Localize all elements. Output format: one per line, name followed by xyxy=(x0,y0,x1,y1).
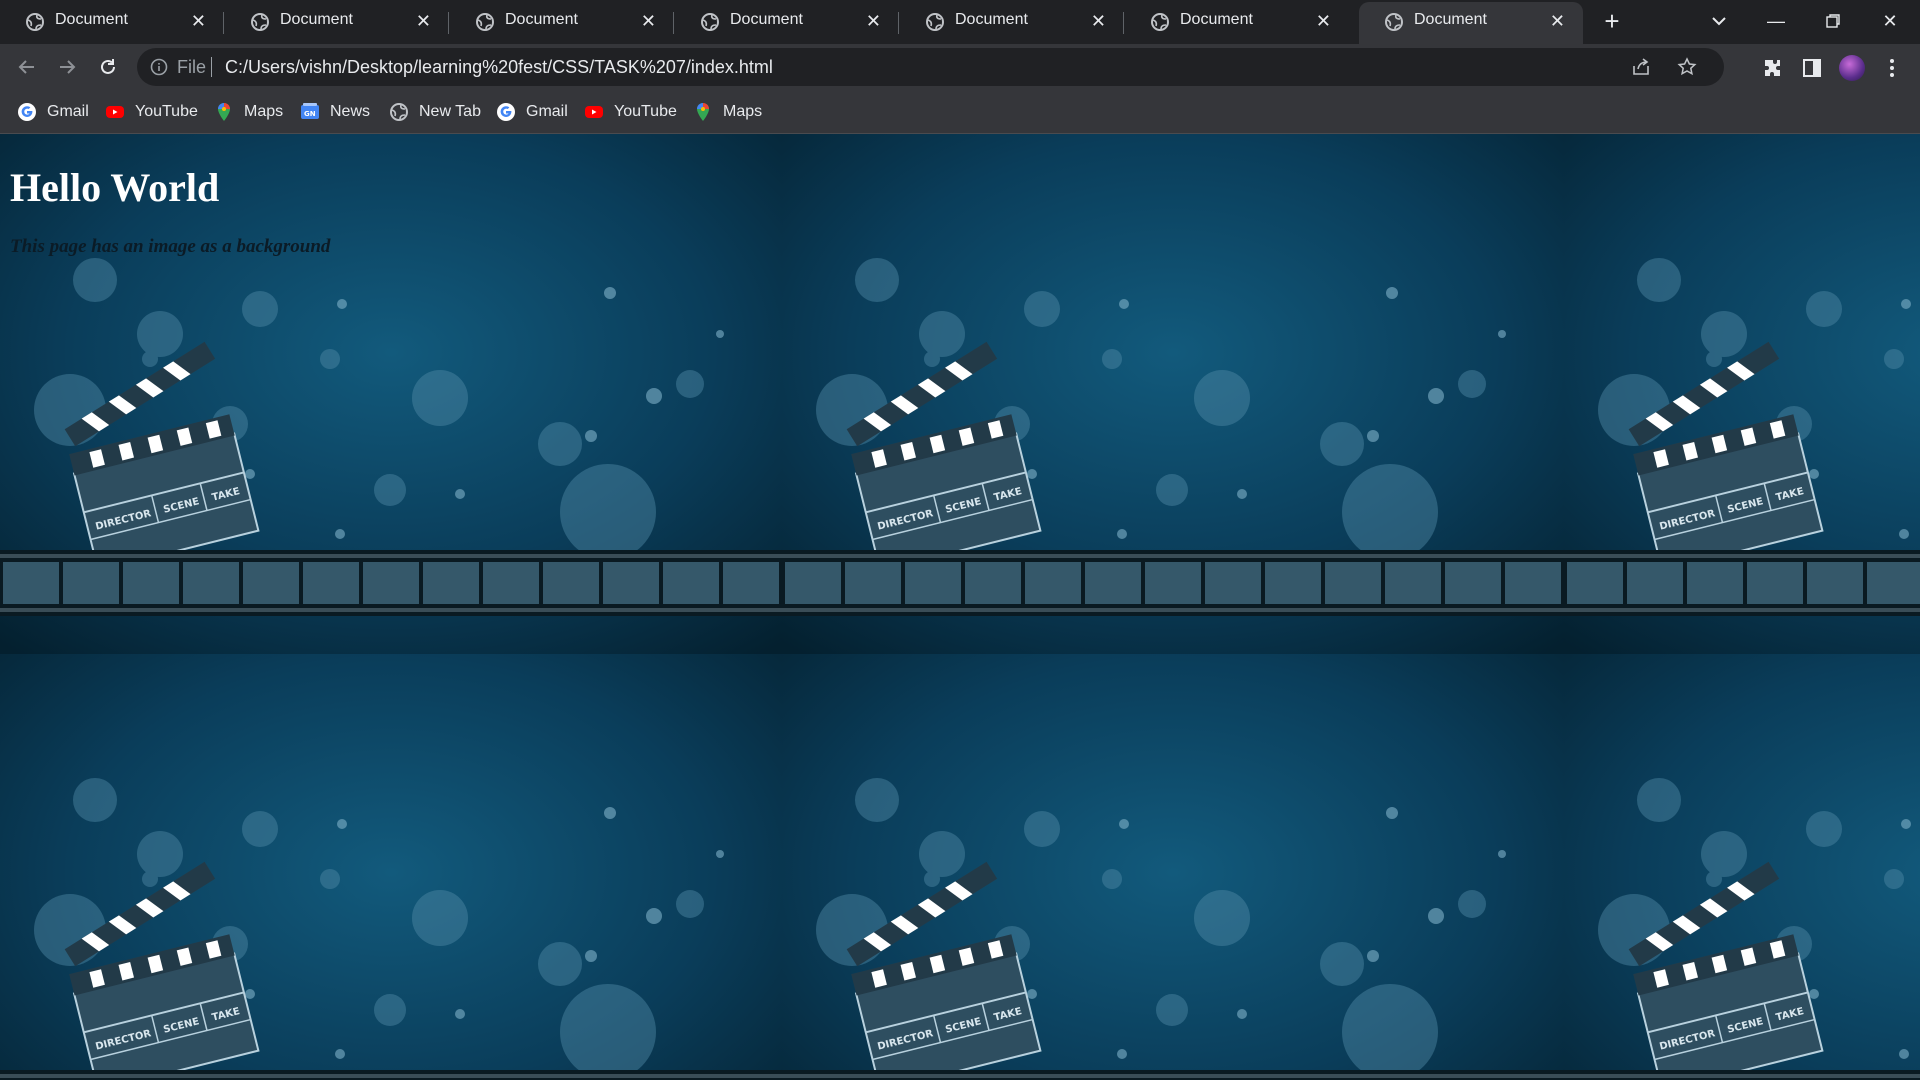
globe-icon xyxy=(1385,13,1403,31)
bookmark-label: Gmail xyxy=(526,103,568,120)
bookmark-label: Maps xyxy=(723,103,763,120)
restore-icon xyxy=(1826,14,1840,28)
back-button[interactable] xyxy=(12,52,42,82)
maps-icon xyxy=(697,103,709,121)
new-tab-button[interactable]: + xyxy=(1597,6,1627,36)
bookmark-youtube[interactable]: YouTube xyxy=(584,100,677,124)
bookmark-label: Maps xyxy=(244,103,284,120)
close-icon[interactable]: ✕ xyxy=(641,11,656,31)
close-icon[interactable]: ✕ xyxy=(416,11,431,31)
globe-icon xyxy=(926,13,944,31)
scheme-label: File xyxy=(177,57,207,77)
globe-icon xyxy=(26,13,44,31)
bookmark-maps[interactable]: Maps xyxy=(214,100,283,124)
globe-icon xyxy=(701,13,719,31)
minimize-button[interactable]: — xyxy=(1756,6,1796,36)
google-icon xyxy=(497,103,515,121)
chevron-down-icon[interactable] xyxy=(1706,8,1732,34)
page-heading: Hello World xyxy=(10,165,220,210)
tab-separator xyxy=(223,12,224,34)
star-icon[interactable] xyxy=(1676,56,1698,78)
tab-title: Document xyxy=(1180,11,1253,28)
background-image: DIRECTOR SCENE TAKE xyxy=(0,134,1920,1080)
close-icon[interactable]: ✕ xyxy=(1316,11,1331,31)
browser-tab[interactable]: Document ✕ xyxy=(675,0,899,44)
browser-tab[interactable]: Document ✕ xyxy=(450,0,674,44)
tab-title: Document xyxy=(280,11,353,28)
bookmark-label: Gmail xyxy=(47,103,89,120)
forward-button[interactable] xyxy=(52,52,82,82)
address-bar[interactable]: File C:/Users/vishn/Desktop/learning%20f… xyxy=(137,48,1724,86)
info-icon[interactable] xyxy=(149,57,169,77)
bookmark-label: News xyxy=(330,103,371,120)
maps-icon xyxy=(218,103,230,121)
tab-title: Document xyxy=(730,11,803,28)
page-viewport: DIRECTOR SCENE TAKE Hello World This xyxy=(0,134,1920,1080)
globe-icon xyxy=(1151,13,1169,31)
extensions-icon[interactable] xyxy=(1761,56,1785,80)
youtube-icon xyxy=(106,106,124,118)
close-icon[interactable]: ✕ xyxy=(1091,11,1106,31)
bookmark-new-tab[interactable]: New Tab xyxy=(389,100,481,124)
globe-icon xyxy=(251,13,269,31)
tab-separator xyxy=(1123,12,1124,34)
bookmark-news[interactable]: GN News xyxy=(300,100,370,124)
bookmark-gmail[interactable]: Gmail xyxy=(17,100,89,124)
tab-separator xyxy=(673,12,674,34)
browser-tab[interactable]: Document ✕ xyxy=(900,0,1124,44)
browser-tab[interactable]: Document ✕ xyxy=(1125,0,1349,44)
more-menu-icon[interactable] xyxy=(1880,56,1904,80)
browser-tab-active[interactable]: Document ✕ xyxy=(1359,2,1583,44)
tab-title: Document xyxy=(55,11,128,28)
close-icon[interactable]: ✕ xyxy=(191,11,206,31)
svg-text:GN: GN xyxy=(304,110,316,118)
close-icon[interactable]: ✕ xyxy=(1550,11,1565,31)
news-icon: GN xyxy=(301,103,319,119)
bookmark-maps[interactable]: Maps xyxy=(693,100,762,124)
arrow-left-icon xyxy=(18,60,34,74)
tab-separator xyxy=(448,12,449,34)
tab-strip: Document ✕ Document ✕ Document ✕ Documen… xyxy=(0,0,1920,44)
bookmark-label: YouTube xyxy=(135,103,198,120)
reload-button[interactable] xyxy=(93,52,123,82)
tab-separator xyxy=(898,12,899,34)
share-icon[interactable] xyxy=(1630,56,1652,78)
bookmark-youtube[interactable]: YouTube xyxy=(105,100,198,124)
toolbar: File C:/Users/vishn/Desktop/learning%20f… xyxy=(0,44,1920,90)
youtube-icon xyxy=(585,106,603,118)
tab-title: Document xyxy=(955,11,1028,28)
address-separator xyxy=(211,57,212,77)
url-text[interactable]: C:/Users/vishn/Desktop/learning%20fest/C… xyxy=(225,57,773,78)
browser-tab[interactable]: Document ✕ xyxy=(0,0,224,44)
page-paragraph: This page has an image as a background xyxy=(10,236,331,257)
tab-title: Document xyxy=(1414,11,1487,28)
browser-tab[interactable]: Document ✕ xyxy=(225,0,449,44)
profile-avatar[interactable] xyxy=(1839,55,1865,81)
bookmark-label: New Tab xyxy=(419,103,481,120)
reload-icon xyxy=(101,59,115,74)
side-panel-icon[interactable] xyxy=(1800,56,1824,80)
close-icon[interactable]: ✕ xyxy=(866,11,881,31)
bookmark-gmail[interactable]: Gmail xyxy=(496,100,568,124)
close-window-button[interactable]: ✕ xyxy=(1870,6,1910,36)
tab-title: Document xyxy=(505,11,578,28)
bookmarks-bar: Gmail YouTube Maps GN News New Tab Gmail… xyxy=(0,90,1920,134)
arrow-right-icon xyxy=(60,60,76,74)
globe-icon xyxy=(390,103,408,121)
restore-button[interactable] xyxy=(1813,6,1853,36)
google-icon xyxy=(18,103,36,121)
globe-icon xyxy=(476,13,494,31)
bookmark-label: YouTube xyxy=(614,103,677,120)
